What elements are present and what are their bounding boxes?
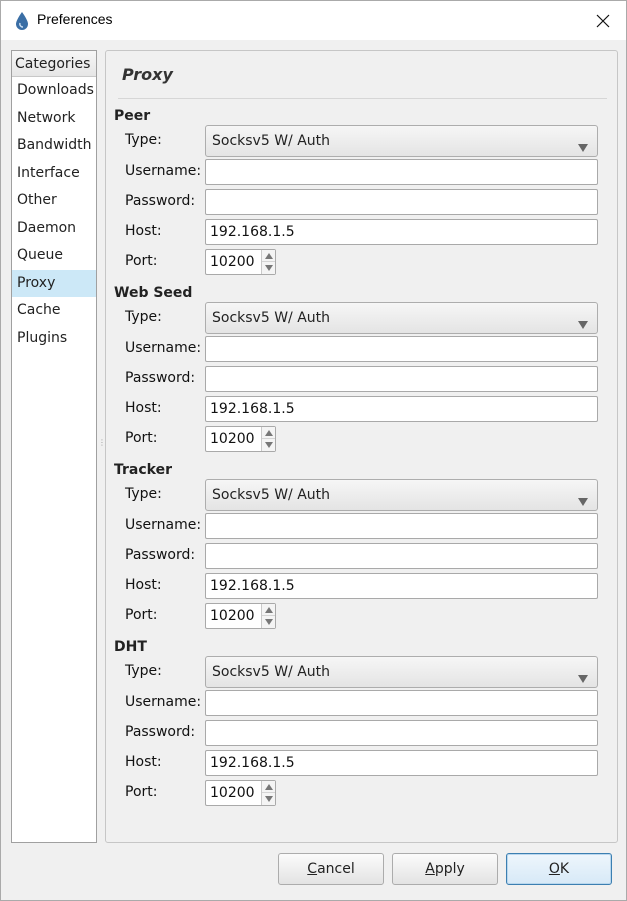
dropdown-arrow-icon <box>577 135 589 152</box>
categories-list[interactable]: Categories Downloads Network Bandwidth Inte… <box>11 50 97 843</box>
spin-down-icon[interactable] <box>262 262 275 274</box>
proxy-panel: Proxy Peer Type: Socksv5 W/ Auth Usernam… <box>105 50 618 843</box>
tracker-type-select[interactable]: Socksv5 W/ Auth <box>205 479 598 511</box>
peer-password-label: Password: <box>125 193 196 209</box>
categories-header: Categories <box>12 51 96 77</box>
dropdown-arrow-icon <box>577 489 589 506</box>
tracker-type-label: Type: <box>125 486 162 502</box>
tracker-username-label: Username: <box>125 517 202 533</box>
dht-type-select[interactable]: Socksv5 W/ Auth <box>205 656 598 688</box>
tracker-host-label: Host: <box>125 577 162 593</box>
splitter-handle[interactable]: ⋮ <box>98 439 106 453</box>
category-item-other[interactable]: Other <box>12 187 96 215</box>
category-item-cache[interactable]: Cache <box>12 297 96 325</box>
web-seed-username-input[interactable] <box>205 336 598 362</box>
dht-username-label: Username: <box>125 694 202 710</box>
peer-port-value[interactable]: 10200 <box>210 250 255 274</box>
category-item-proxy[interactable]: Proxy <box>12 269 96 297</box>
preferences-window: Preferences Categories Downloads Network B… <box>0 0 627 901</box>
spin-up-icon[interactable] <box>262 781 275 793</box>
web-seed-host-label: Host: <box>125 400 162 416</box>
spin-up-icon[interactable] <box>262 604 275 616</box>
web-seed-username-label: Username: <box>125 340 202 356</box>
dropdown-arrow-icon <box>577 666 589 683</box>
dht-username-input[interactable] <box>205 690 598 716</box>
peer-type-value: Socksv5 W/ Auth <box>212 133 331 149</box>
web-seed-port-value[interactable]: 10200 <box>210 427 255 451</box>
apply-button[interactable]: Apply <box>392 853 498 885</box>
spinner-buttons <box>261 427 275 451</box>
category-item-plugins[interactable]: Plugins <box>12 325 96 353</box>
peer-type-label: Type: <box>125 132 162 148</box>
web-seed-type-select[interactable]: Socksv5 W/ Auth <box>205 302 598 334</box>
category-item-bandwidth[interactable]: Bandwidth <box>12 132 96 160</box>
dropdown-arrow-icon <box>577 312 589 329</box>
title-bar[interactable]: Preferences <box>1 1 626 40</box>
spin-up-icon[interactable] <box>262 427 275 439</box>
cancel-button[interactable]: Cancel <box>278 853 384 885</box>
peer-host-input[interactable]: 192.168.1.5 <box>205 219 598 245</box>
tracker-port-value[interactable]: 10200 <box>210 604 255 628</box>
category-item-downloads[interactable]: Downloads <box>12 77 96 105</box>
web-seed-port-spinner[interactable]: 10200 <box>205 426 276 452</box>
window-title: Preferences <box>37 11 113 27</box>
spinner-buttons <box>261 250 275 274</box>
tracker-port-spinner[interactable]: 10200 <box>205 603 276 629</box>
peer-password-input[interactable] <box>205 189 598 215</box>
peer-type-select[interactable]: Socksv5 W/ Auth <box>205 125 598 157</box>
peer-host-label: Host: <box>125 223 162 239</box>
tracker-username-input[interactable] <box>205 513 598 539</box>
dht-heading: DHT <box>114 639 147 655</box>
web-seed-heading: Web Seed <box>114 285 193 301</box>
panel-title: Proxy <box>122 65 173 84</box>
peer-port-spinner[interactable]: 10200 <box>205 249 276 275</box>
category-item-network[interactable]: Network <box>12 105 96 133</box>
close-button[interactable] <box>580 1 626 40</box>
dht-port-spinner[interactable]: 10200 <box>205 780 276 806</box>
dht-host-input[interactable]: 192.168.1.5 <box>205 750 598 776</box>
dht-type-label: Type: <box>125 663 162 679</box>
dht-port-value[interactable]: 10200 <box>210 781 255 805</box>
tracker-password-label: Password: <box>125 547 196 563</box>
spin-up-icon[interactable] <box>262 250 275 262</box>
panel-divider <box>118 98 607 99</box>
ok-button[interactable]: OK <box>506 853 612 885</box>
web-seed-type-value: Socksv5 W/ Auth <box>212 310 331 326</box>
web-seed-password-input[interactable] <box>205 366 598 392</box>
dht-password-input[interactable] <box>205 720 598 746</box>
web-seed-port-label: Port: <box>125 430 158 446</box>
spin-down-icon[interactable] <box>262 616 275 628</box>
dht-port-label: Port: <box>125 784 158 800</box>
close-icon <box>596 14 610 27</box>
tracker-password-input[interactable] <box>205 543 598 569</box>
dht-type-value: Socksv5 W/ Auth <box>212 664 331 680</box>
peer-port-label: Port: <box>125 253 158 269</box>
app-drop-icon <box>16 12 28 30</box>
peer-username-label: Username: <box>125 163 202 179</box>
peer-heading: Peer <box>114 108 151 124</box>
spinner-buttons <box>261 604 275 628</box>
spin-down-icon[interactable] <box>262 439 275 451</box>
dht-host-label: Host: <box>125 754 162 770</box>
dht-password-label: Password: <box>125 724 196 740</box>
spinner-buttons <box>261 781 275 805</box>
web-seed-type-label: Type: <box>125 309 162 325</box>
spin-down-icon[interactable] <box>262 793 275 805</box>
tracker-heading: Tracker <box>114 462 172 478</box>
peer-username-input[interactable] <box>205 159 598 185</box>
category-item-interface[interactable]: Interface <box>12 160 96 188</box>
tracker-type-value: Socksv5 W/ Auth <box>212 487 331 503</box>
category-item-daemon[interactable]: Daemon <box>12 215 96 243</box>
web-seed-host-input[interactable]: 192.168.1.5 <box>205 396 598 422</box>
tracker-port-label: Port: <box>125 607 158 623</box>
category-item-queue[interactable]: Queue <box>12 242 96 270</box>
web-seed-password-label: Password: <box>125 370 196 386</box>
tracker-host-input[interactable]: 192.168.1.5 <box>205 573 598 599</box>
